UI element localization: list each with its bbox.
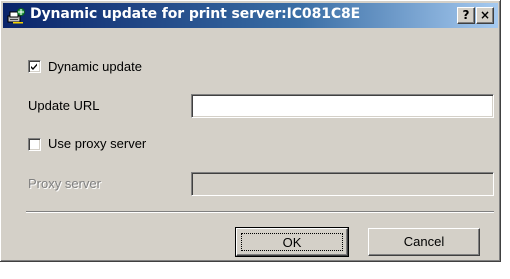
help-button[interactable]: ? [457,7,475,24]
update-url-label: Update URL [28,98,100,113]
use-proxy-label[interactable]: Use proxy server [48,136,146,151]
printer-network-icon [7,7,25,24]
cancel-button[interactable]: Cancel [368,228,480,256]
dynamic-update-dialog: Dynamic update for print server:IC081C8E… [0,0,501,262]
title-bar[interactable]: Dynamic update for print server:IC081C8E… [3,3,498,28]
dynamic-update-checkbox[interactable] [28,60,41,73]
checkmark-icon [31,63,37,70]
proxy-server-field[interactable] [191,172,494,196]
proxy-server-label: Proxy server [28,176,101,191]
use-proxy-checkbox[interactable] [28,138,41,151]
separator [26,211,494,213]
window-title: Dynamic update for print server:IC081C8E [30,6,361,22]
ok-button-label: OK [241,233,343,251]
dynamic-update-label[interactable]: Dynamic update [48,59,142,74]
ok-button[interactable]: OK [235,227,349,257]
update-url-field[interactable] [191,94,494,118]
close-button[interactable]: × [476,7,494,24]
